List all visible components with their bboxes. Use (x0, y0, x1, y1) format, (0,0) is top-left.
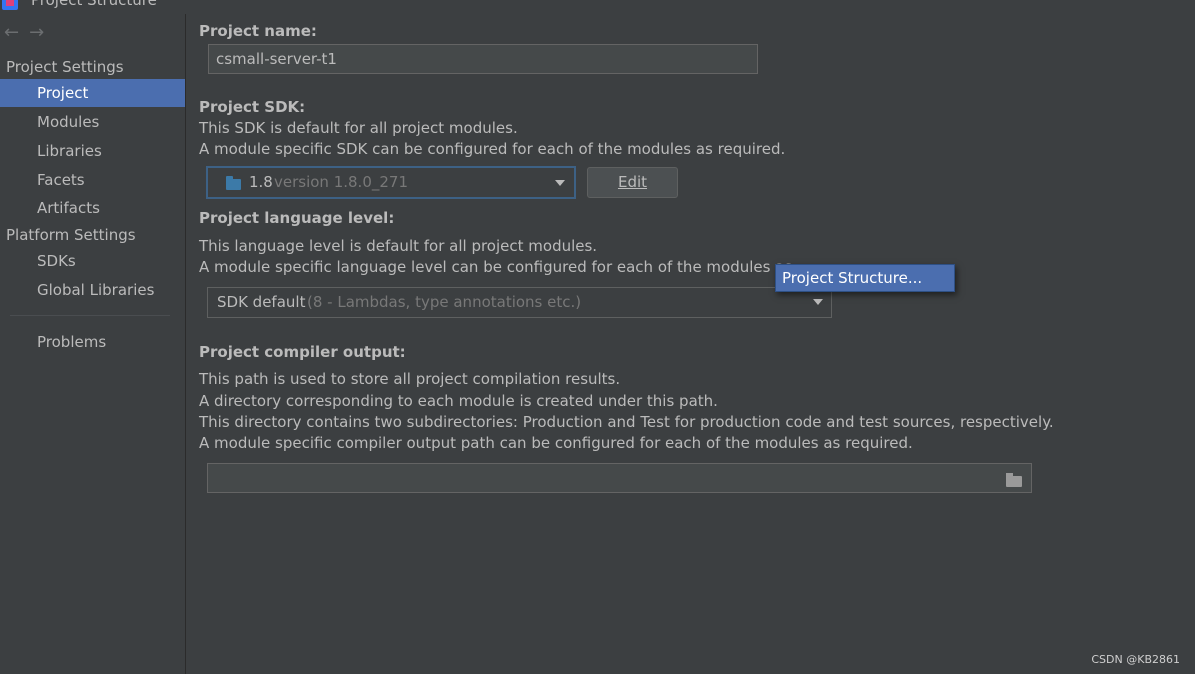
sdk-description-1: This SDK is default for all project modu… (199, 119, 518, 137)
sidebar: ← → Project Settings Project Modules Libr… (0, 14, 186, 674)
sidebar-divider (10, 315, 170, 316)
project-structure-popup-item[interactable]: Project Structure... (775, 264, 955, 292)
sidebar-item-libraries[interactable]: Libraries (0, 137, 185, 165)
output-description-3: This directory contains two subdirectori… (199, 413, 1054, 431)
language-level-label: Project language level: (199, 209, 395, 227)
nav-arrows: ← → (4, 22, 54, 43)
project-settings-panel: Project name: csmall-server-t1 Project S… (186, 14, 1195, 674)
language-selected-value: SDK default (217, 293, 306, 311)
language-description-1: This language level is default for all p… (199, 237, 598, 255)
sidebar-item-project[interactable]: Project (0, 79, 185, 107)
platform-settings-header: Platform Settings (6, 226, 136, 244)
output-description-4: A module specific compiler output path c… (199, 434, 913, 452)
sdk-folder-icon (226, 176, 241, 190)
language-description-2: A module specific language level can be … (199, 258, 793, 276)
forward-arrow-icon[interactable]: → (29, 22, 44, 43)
output-description-2: A directory corresponding to each module… (199, 392, 718, 410)
compiler-output-label: Project compiler output: (199, 343, 406, 361)
project-sdk-dropdown[interactable]: 1.8 version 1.8.0_271 (206, 166, 576, 199)
edit-sdk-button[interactable]: Edit (587, 167, 678, 198)
sidebar-item-sdks[interactable]: SDKs (0, 247, 185, 275)
project-settings-header: Project Settings (6, 58, 124, 76)
back-arrow-icon[interactable]: ← (4, 22, 19, 43)
sidebar-item-modules[interactable]: Modules (0, 108, 185, 136)
output-description-1: This path is used to store all project c… (199, 370, 621, 388)
browse-folder-icon[interactable] (1006, 473, 1022, 487)
language-detail-text: (8 - Lambdas, type annotations etc.) (307, 293, 582, 311)
chevron-down-icon (555, 180, 565, 186)
sdk-description-2: A module specific SDK can be configured … (199, 140, 786, 158)
sdk-selected-value: 1.8 (249, 173, 273, 191)
language-level-dropdown[interactable]: SDK default (8 - Lambdas, type annotatio… (207, 287, 832, 318)
window-title: Project Structure (31, 0, 157, 9)
project-name-input[interactable]: csmall-server-t1 (208, 44, 758, 74)
project-name-label: Project name: (199, 22, 317, 40)
window-titlebar: Project Structure (0, 0, 1195, 14)
sidebar-item-global-libraries[interactable]: Global Libraries (0, 276, 185, 304)
sidebar-item-artifacts[interactable]: Artifacts (0, 194, 185, 222)
project-sdk-label: Project SDK: (199, 98, 306, 116)
watermark: CSDN @KB2861 (1091, 653, 1180, 666)
app-logo-icon (2, 0, 18, 10)
compiler-output-input[interactable] (207, 463, 1032, 493)
sidebar-item-problems[interactable]: Problems (0, 328, 185, 356)
sdk-version-text: version 1.8.0_271 (274, 173, 409, 191)
chevron-down-icon (813, 299, 823, 305)
sidebar-item-facets[interactable]: Facets (0, 166, 185, 194)
